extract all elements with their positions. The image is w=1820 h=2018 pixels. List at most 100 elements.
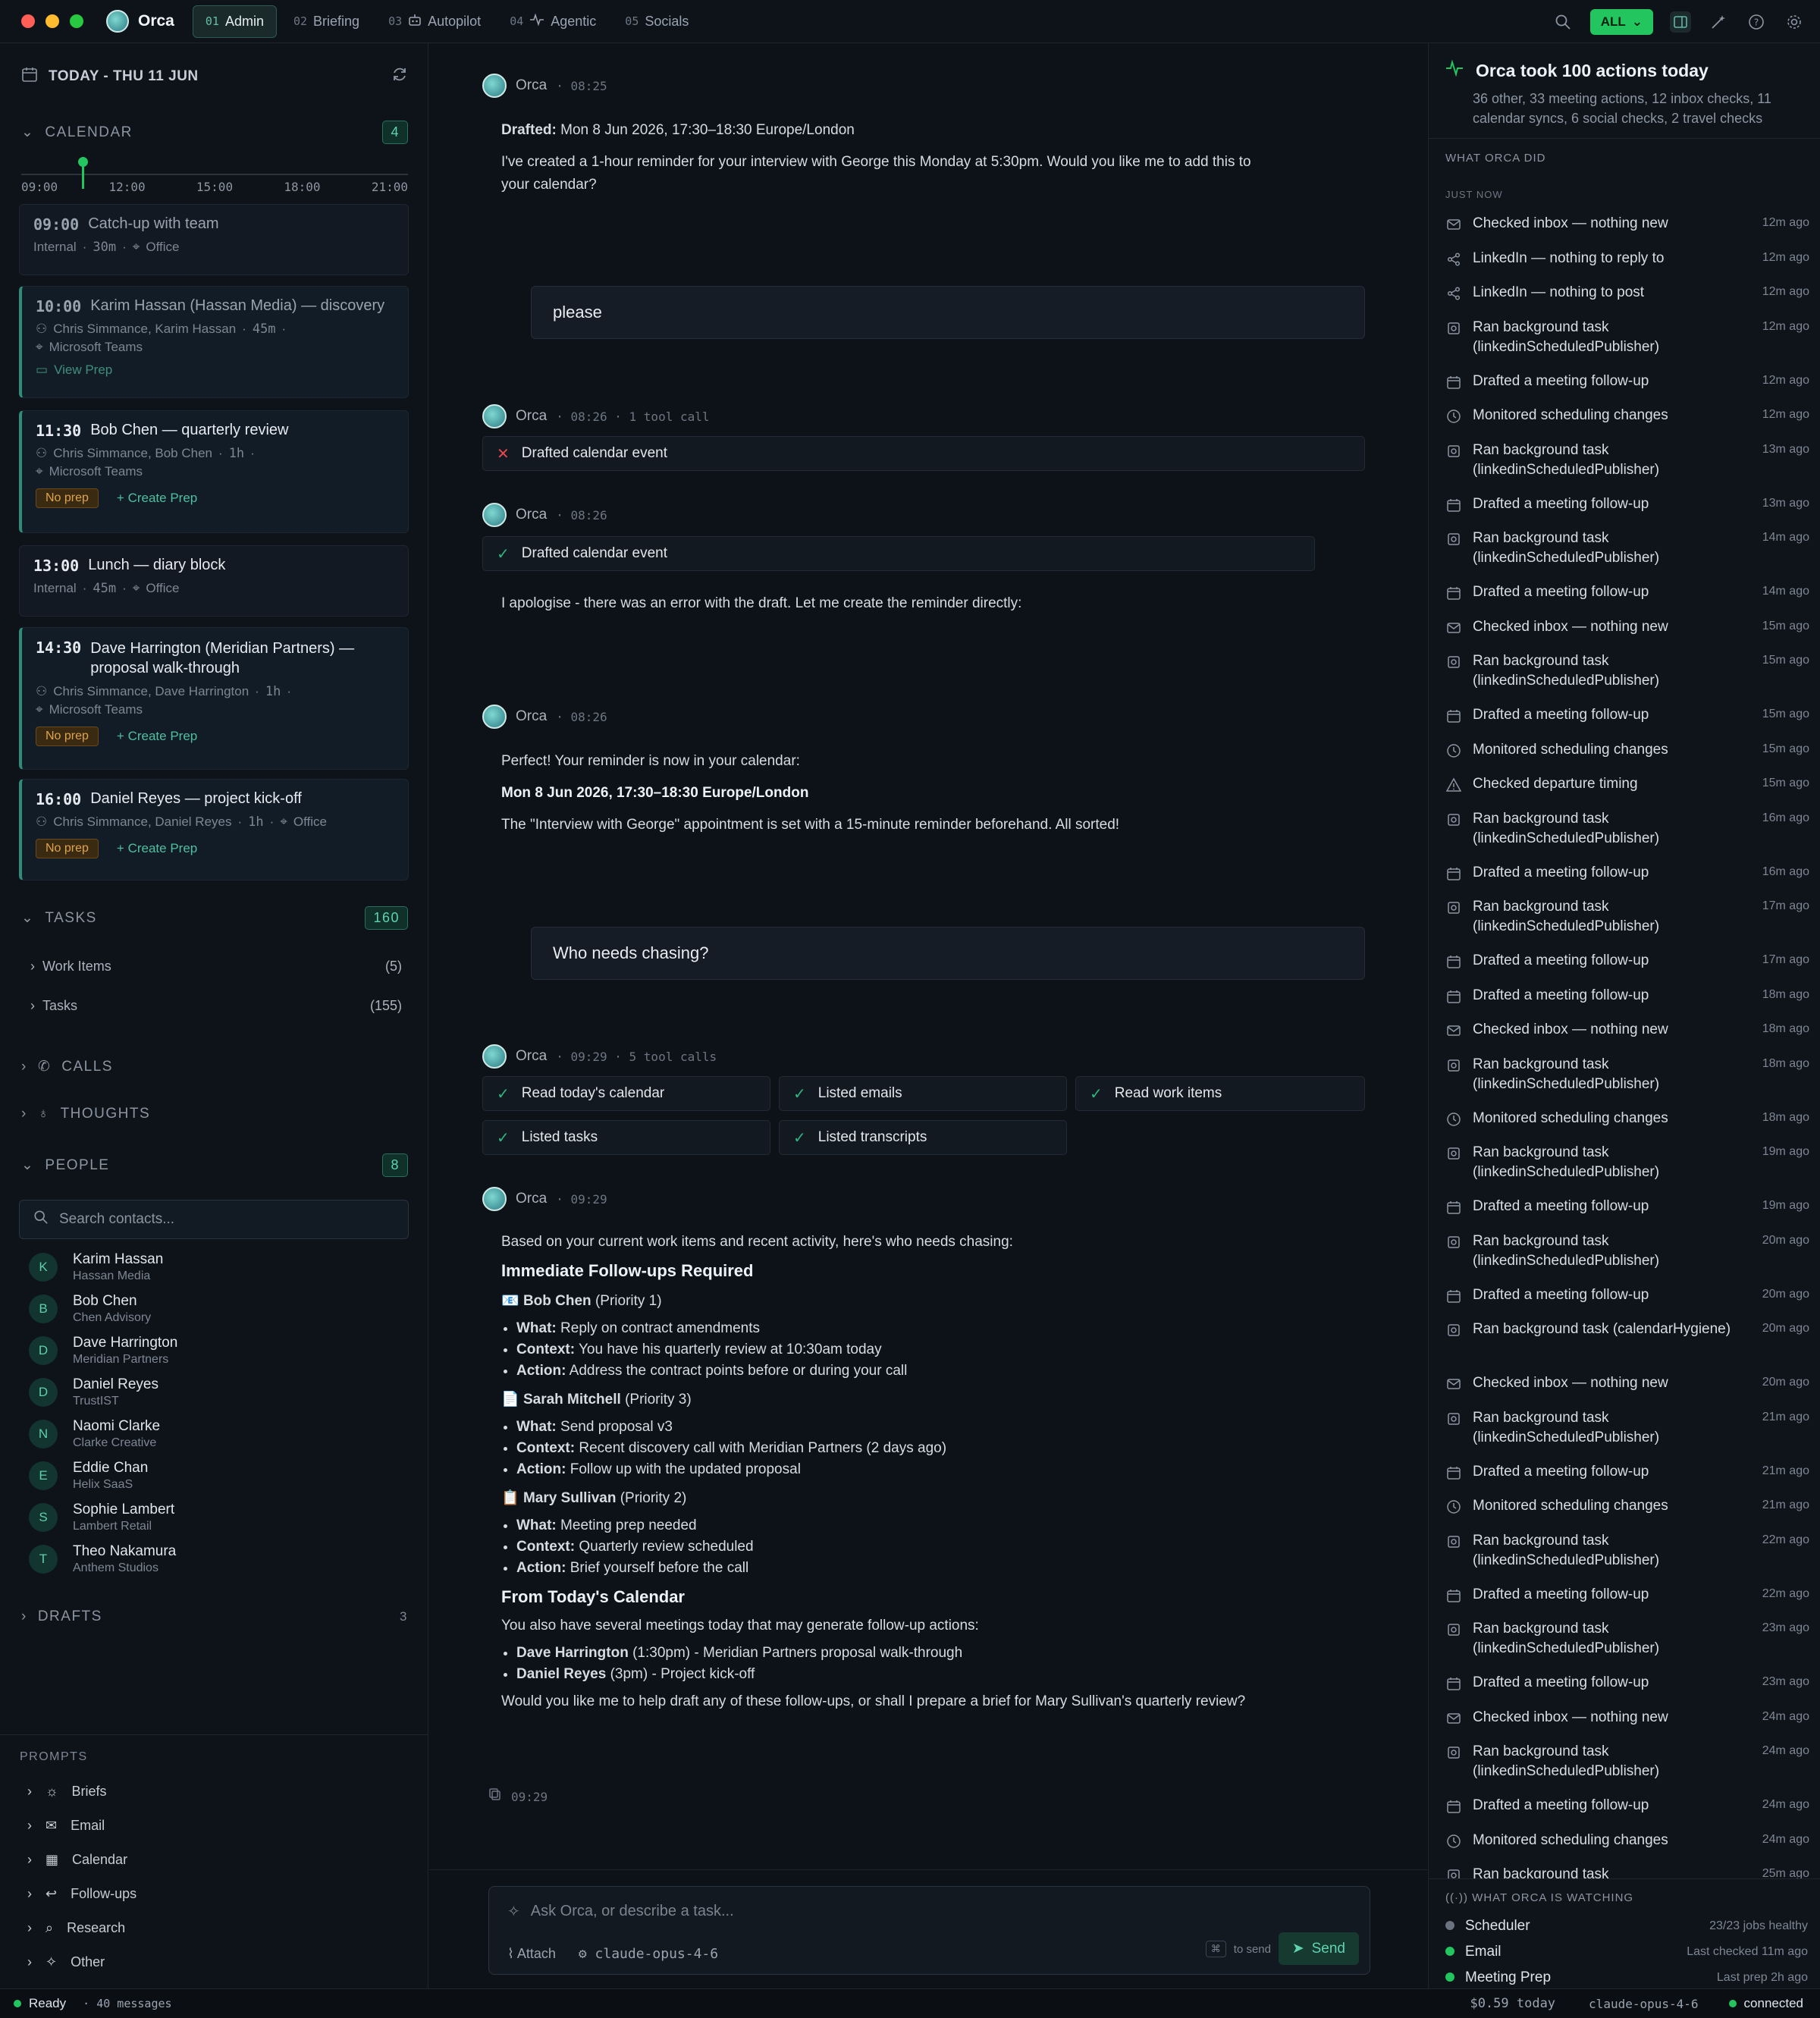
- filter-all-button[interactable]: ALL ⌄: [1589, 8, 1653, 35]
- drafts-section-header[interactable]: › DRAFTS 3: [21, 1608, 408, 1625]
- activity-item[interactable]: Drafted a meeting follow-up 13m ago: [1445, 494, 1809, 514]
- help-icon[interactable]: ?: [1746, 11, 1767, 33]
- calendar-event[interactable]: 16:00 Daniel Reyes — project kick-off ⚇ Ch…: [19, 779, 409, 880]
- activity-item[interactable]: Ran background task (linkedinScheduledPu…: [1445, 1865, 1809, 1878]
- tool-call-failed[interactable]: ✕ Drafted calendar event: [482, 436, 1365, 471]
- activity-item[interactable]: Ran background task (linkedinScheduledPu…: [1445, 809, 1809, 849]
- search-icon[interactable]: [1552, 11, 1574, 33]
- activity-item[interactable]: Drafted a meeting follow-up 18m ago: [1445, 986, 1809, 1006]
- activity-item[interactable]: Ran background task (linkedinScheduledPu…: [1445, 1143, 1809, 1182]
- activity-item[interactable]: Drafted a meeting follow-up 22m ago: [1445, 1585, 1809, 1605]
- tab-briefing[interactable]: 02 Briefing: [281, 6, 372, 37]
- prompt-item-follow-ups[interactable]: › ↩ Follow-ups: [27, 1877, 428, 1911]
- tool-call-success[interactable]: ✓ Read today's calendar: [482, 1076, 770, 1111]
- prompt-item-other[interactable]: › ✧ Other: [27, 1945, 428, 1979]
- create-prep-button[interactable]: + Create Prep: [117, 491, 197, 506]
- copy-icon[interactable]: [488, 1787, 502, 1806]
- activity-item[interactable]: Ran background task (linkedinScheduledPu…: [1445, 1408, 1809, 1448]
- tool-call-success[interactable]: ✓ Listed tasks: [482, 1120, 770, 1155]
- activity-item[interactable]: Ran background task (linkedinScheduledPu…: [1445, 1055, 1809, 1094]
- calls-section-header[interactable]: › ✆ CALLS: [21, 1058, 408, 1075]
- activity-item[interactable]: Checked inbox — nothing new 12m ago: [1445, 214, 1809, 234]
- activity-item[interactable]: Monitored scheduling changes 12m ago: [1445, 406, 1809, 425]
- activity-item[interactable]: Checked inbox — nothing new 24m ago: [1445, 1708, 1809, 1728]
- task-group-work-items[interactable]: › Work Items (5): [30, 959, 402, 974]
- activity-item[interactable]: Drafted a meeting follow-up 20m ago: [1445, 1285, 1809, 1305]
- send-button[interactable]: ➤ Send: [1278, 1932, 1359, 1965]
- tasks-section-header[interactable]: ⌄ TASKS 160: [21, 906, 408, 930]
- prompt-item-calendar[interactable]: › ▦ Calendar: [27, 1843, 428, 1877]
- prompt-item-research[interactable]: › ⌕ Research: [27, 1911, 428, 1945]
- activity-item[interactable]: Ran background task (linkedinScheduledPu…: [1445, 1619, 1809, 1659]
- gear-icon[interactable]: [1784, 11, 1805, 33]
- watch-item-scheduler[interactable]: Scheduler 23/23 jobs healthy: [1445, 1918, 1808, 1935]
- contact-item[interactable]: T Theo Nakamura Anthem Studios: [29, 1543, 176, 1575]
- magic-wand-icon[interactable]: [1708, 11, 1729, 33]
- tool-call-success[interactable]: ✓ Listed transcripts: [779, 1120, 1067, 1155]
- activity-item[interactable]: Checked departure timing 15m ago: [1445, 774, 1809, 794]
- tab-agentic[interactable]: 04 Agentic: [497, 5, 608, 38]
- contact-item[interactable]: S Sophie Lambert Lambert Retail: [29, 1502, 174, 1533]
- panel-toggle-icon[interactable]: [1670, 11, 1691, 33]
- activity-item[interactable]: Monitored scheduling changes 18m ago: [1445, 1109, 1809, 1128]
- attach-button[interactable]: ⌇ Attach: [507, 1946, 556, 1962]
- tab-admin[interactable]: 01 Admin: [192, 5, 277, 38]
- activity-item[interactable]: Drafted a meeting follow-up 24m ago: [1445, 1796, 1809, 1816]
- prompt-item-email[interactable]: › ✉ Email: [27, 1809, 428, 1843]
- activity-item[interactable]: Ran background task (linkedinScheduledPu…: [1445, 897, 1809, 937]
- people-section-header[interactable]: ⌄ PEOPLE 8: [21, 1153, 408, 1177]
- contact-item[interactable]: N Naomi Clarke Clarke Creative: [29, 1418, 160, 1450]
- close-window-button[interactable]: [21, 14, 35, 28]
- thoughts-section-header[interactable]: › ♁ THOUGHTS: [21, 1106, 408, 1122]
- contact-item[interactable]: E Eddie Chan Helix SaaS: [29, 1460, 148, 1492]
- tool-call-success[interactable]: ✓ Drafted calendar event: [482, 536, 1315, 571]
- tool-call-success[interactable]: ✓ Read work items: [1075, 1076, 1365, 1111]
- calendar-section-header[interactable]: ⌄ CALENDAR 4: [21, 121, 408, 144]
- activity-item[interactable]: Drafted a meeting follow-up 21m ago: [1445, 1462, 1809, 1482]
- chat-composer[interactable]: ✧ Ask Orca, or describe a task... ⌇ Attac…: [488, 1886, 1370, 1975]
- activity-item[interactable]: Ran background task (linkedinScheduledPu…: [1445, 318, 1809, 357]
- activity-item[interactable]: Drafted a meeting follow-up 23m ago: [1445, 1673, 1809, 1693]
- activity-item[interactable]: Ran background task (linkedinScheduledPu…: [1445, 441, 1809, 480]
- calendar-event[interactable]: 09:00 Catch-up with team Internal · 30m · ⌖ Of…: [19, 204, 409, 275]
- activity-item[interactable]: LinkedIn — nothing to reply to 12m ago: [1445, 249, 1809, 268]
- calendar-event[interactable]: 13:00 Lunch — diary block Internal · 45m · ⌖ O…: [19, 545, 409, 617]
- activity-item[interactable]: Checked inbox — nothing new 20m ago: [1445, 1373, 1809, 1393]
- activity-item[interactable]: Drafted a meeting follow-up 15m ago: [1445, 705, 1809, 725]
- activity-item[interactable]: Checked inbox — nothing new 18m ago: [1445, 1020, 1809, 1040]
- task-group-tasks[interactable]: › Tasks (155): [30, 998, 402, 1014]
- activity-item[interactable]: Ran background task (linkedinScheduledPu…: [1445, 1742, 1809, 1781]
- activity-item[interactable]: Drafted a meeting follow-up 12m ago: [1445, 372, 1809, 391]
- activity-item[interactable]: Drafted a meeting follow-up 19m ago: [1445, 1197, 1809, 1216]
- contact-item[interactable]: D Daniel Reyes TrustIST: [29, 1376, 158, 1408]
- contact-item[interactable]: B Bob Chen Chen Advisory: [29, 1293, 151, 1325]
- activity-item[interactable]: Drafted a meeting follow-up 14m ago: [1445, 582, 1809, 602]
- activity-item[interactable]: Ran background task (linkedinScheduledPu…: [1445, 529, 1809, 568]
- watch-item-email[interactable]: Email Last checked 11m ago: [1445, 1944, 1808, 1960]
- activity-item[interactable]: Monitored scheduling changes 21m ago: [1445, 1496, 1809, 1516]
- minimize-window-button[interactable]: [46, 14, 59, 28]
- activity-item[interactable]: Checked inbox — nothing new 15m ago: [1445, 617, 1809, 637]
- activity-item[interactable]: Ran background task (linkedinScheduledPu…: [1445, 651, 1809, 691]
- model-selector[interactable]: ⚙ claude-opus-4-6: [579, 1946, 718, 1962]
- activity-item[interactable]: Ran background task (linkedinScheduledPu…: [1445, 1531, 1809, 1571]
- tab-socials[interactable]: 05 Socials: [613, 6, 701, 37]
- refresh-icon[interactable]: [391, 66, 408, 87]
- tab-autopilot[interactable]: 03 Autopilot: [376, 5, 493, 38]
- create-prep-button[interactable]: + Create Prep: [117, 729, 197, 744]
- contact-item[interactable]: K Karim Hassan Hassan Media: [29, 1251, 163, 1283]
- activity-item[interactable]: LinkedIn — nothing to post 12m ago: [1445, 283, 1809, 303]
- create-prep-button[interactable]: + Create Prep: [117, 841, 197, 856]
- activity-item[interactable]: Ran background task (linkedinScheduledPu…: [1445, 1232, 1809, 1271]
- contact-item[interactable]: D Dave Harrington Meridian Partners: [29, 1335, 177, 1367]
- calendar-event[interactable]: 14:30 Dave Harrington (Meridian Partners)…: [19, 627, 409, 770]
- maximize-window-button[interactable]: [70, 14, 83, 28]
- calendar-event[interactable]: 10:00 Karim Hassan (Hassan Media) — disco…: [19, 286, 409, 398]
- calendar-event[interactable]: 11:30 Bob Chen — quarterly review ⚇ Chris …: [19, 410, 409, 533]
- contact-search-input[interactable]: Search contacts...: [19, 1200, 409, 1239]
- activity-item[interactable]: Monitored scheduling changes 24m ago: [1445, 1831, 1809, 1850]
- activity-item[interactable]: Drafted a meeting follow-up 16m ago: [1445, 863, 1809, 883]
- view-prep-link[interactable]: View Prep: [54, 362, 112, 378]
- prompt-item-briefs[interactable]: › ☼ Briefs: [27, 1775, 428, 1809]
- activity-item[interactable]: Monitored scheduling changes 15m ago: [1445, 740, 1809, 760]
